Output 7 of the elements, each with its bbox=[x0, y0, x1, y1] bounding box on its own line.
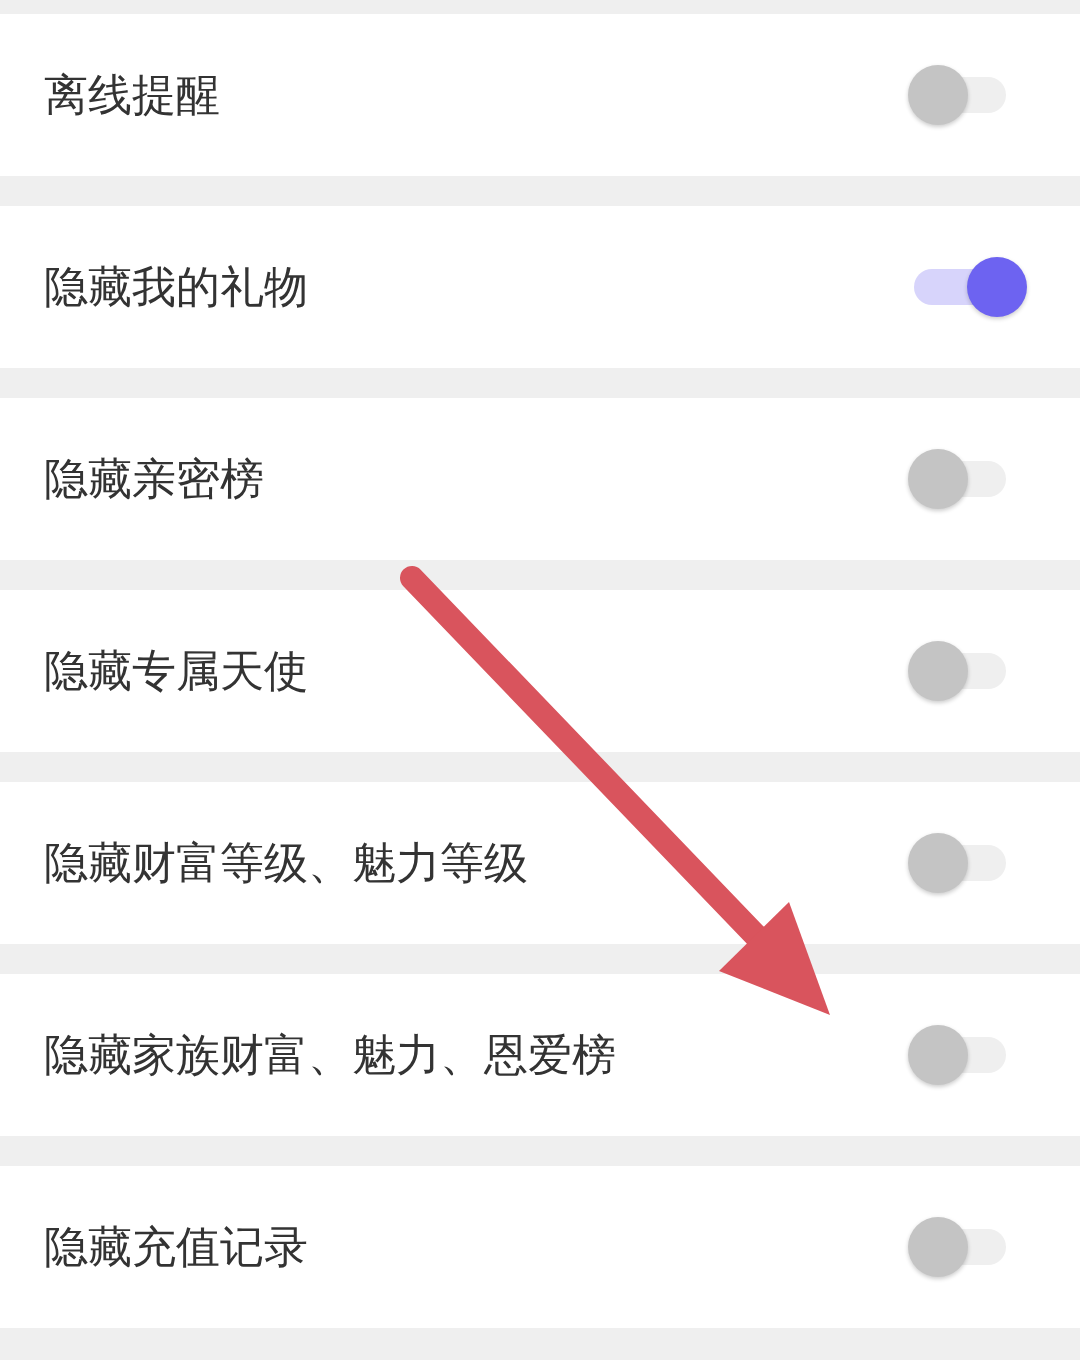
setting-label: 隐藏家族财富、魅力、恩爱榜 bbox=[44, 1029, 616, 1081]
setting-label: 隐藏我的礼物 bbox=[44, 261, 308, 313]
setting-label: 隐藏充值记录 bbox=[44, 1221, 308, 1273]
setting-label: 离线提醒 bbox=[44, 69, 220, 121]
setting-label: 隐藏亲密榜 bbox=[44, 453, 264, 505]
setting-label: 隐藏专属天使 bbox=[44, 645, 308, 697]
setting-label: 隐藏财富等级、魅力等级 bbox=[44, 837, 528, 889]
